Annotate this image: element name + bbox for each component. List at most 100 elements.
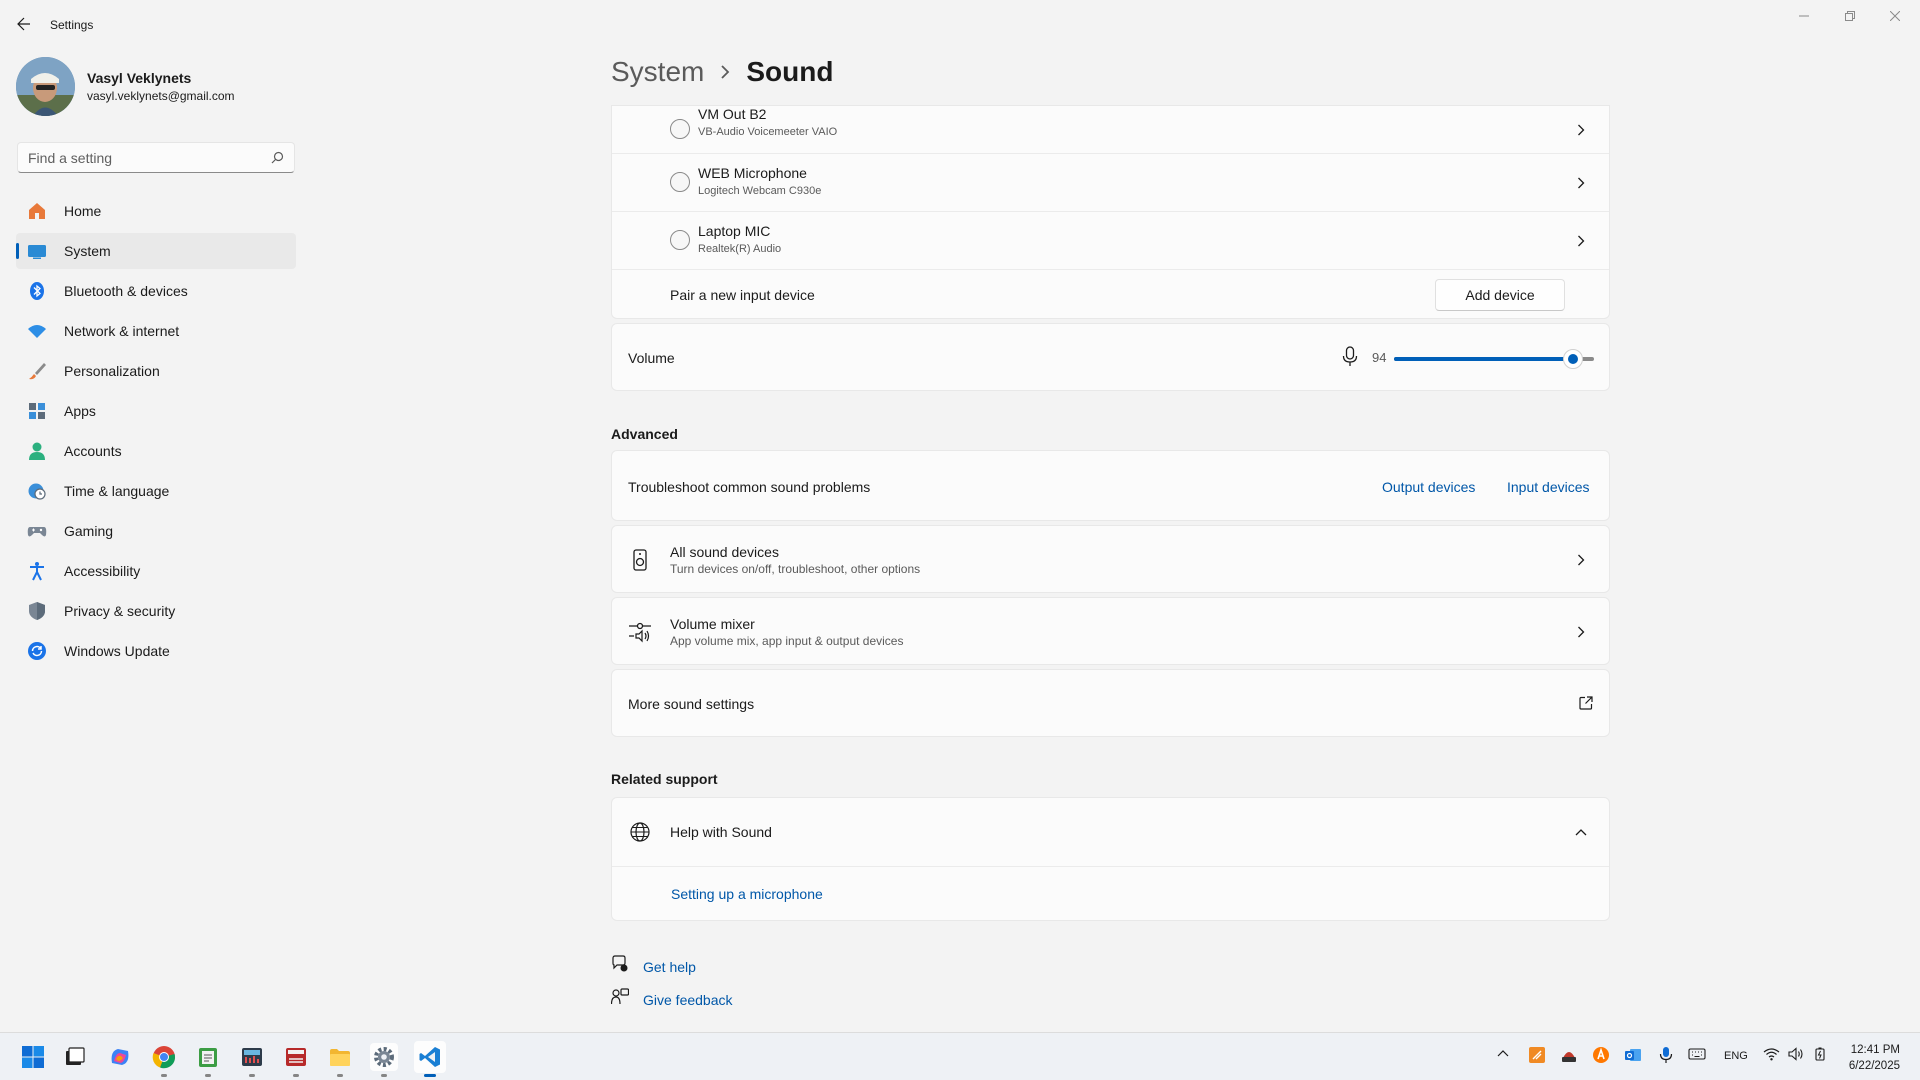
wifi-icon — [1763, 1048, 1780, 1061]
close-button[interactable] — [1872, 6, 1918, 26]
sidebar-item-network[interactable]: Network & internet — [16, 313, 296, 349]
all-sound-devices-row[interactable]: All sound devices Turn devices on/off, t… — [611, 525, 1610, 593]
output-devices-link[interactable]: Output devices — [1382, 479, 1475, 495]
taskbar-app-3[interactable] — [282, 1043, 310, 1077]
search-input[interactable] — [28, 149, 271, 166]
show-hidden-icons-button[interactable] — [1497, 1047, 1509, 1065]
clock-date: 6/22/2025 — [1848, 1060, 1900, 1072]
sidebar-item-windows-update[interactable]: Windows Update — [16, 633, 296, 669]
input-devices-link[interactable]: Input devices — [1507, 479, 1590, 495]
microphone-icon[interactable] — [1342, 346, 1358, 373]
sidebar-item-label: Personalization — [64, 363, 160, 379]
profile-email: vasyl.veklynets@gmail.com — [87, 89, 235, 103]
chevron-right-icon — [1575, 626, 1587, 638]
open-external-icon — [1579, 696, 1593, 715]
help-links: Setting up a microphone — [612, 866, 1609, 921]
sidebar-item-apps[interactable]: Apps — [16, 393, 296, 429]
volume-mixer-row[interactable]: Volume mixer App volume mix, app input &… — [611, 597, 1610, 665]
avast-icon — [1593, 1047, 1609, 1063]
sidebar-item-bluetooth[interactable]: Bluetooth & devices — [16, 273, 296, 309]
sidebar-item-label: Privacy & security — [64, 603, 176, 619]
device-driver: VB-Audio Voicemeeter VAIO — [698, 126, 838, 138]
system-icon — [26, 240, 48, 262]
router-icon — [1562, 1052, 1576, 1062]
chevron-up-icon — [1497, 1050, 1509, 1057]
help-with-sound-header[interactable]: Help with Sound — [612, 798, 1609, 866]
running-indicator — [293, 1074, 299, 1077]
restore-button[interactable] — [1827, 6, 1873, 26]
start-button[interactable] — [19, 1043, 47, 1071]
task-view-icon — [66, 1047, 85, 1065]
search-box[interactable] — [17, 142, 295, 173]
sidebar-nav: Home System Bluetooth & devices Network … — [16, 193, 296, 673]
tray-app-2[interactable] — [1560, 1046, 1578, 1069]
sidebar-item-system[interactable]: System — [16, 233, 296, 269]
sidebar-item-label: Apps — [64, 403, 96, 419]
input-language[interactable]: ENG — [1724, 1050, 1748, 1062]
feedback-icon — [610, 988, 630, 1011]
taskbar-vscode[interactable] — [414, 1041, 446, 1077]
list-item[interactable]: WEB Microphone Logitech Webcam C930e — [612, 153, 1609, 211]
update-icon — [26, 640, 48, 662]
battery-icon — [1815, 1047, 1825, 1061]
list-item[interactable]: Laptop MIC Realtek(R) Audio — [612, 211, 1609, 269]
tray-app-3[interactable] — [1592, 1046, 1610, 1069]
user-profile[interactable]: Vasyl Veklynets vasyl.veklynets@gmail.co… — [16, 57, 235, 116]
sidebar-item-accessibility[interactable]: Accessibility — [16, 553, 296, 589]
title-bar: Settings — [0, 0, 1920, 48]
sidebar-item-gaming[interactable]: Gaming — [16, 513, 296, 549]
tray-app-4[interactable] — [1624, 1046, 1642, 1069]
sidebar-item-accounts[interactable]: Accounts — [16, 433, 296, 469]
volume-slider[interactable] — [1394, 349, 1594, 369]
device-radio[interactable] — [670, 230, 690, 250]
sidebar-item-personalization[interactable]: Personalization — [16, 353, 296, 389]
globe-icon — [628, 820, 652, 844]
wifi-icon — [26, 320, 48, 342]
taskbar-app-1[interactable] — [194, 1043, 222, 1077]
sidebar-item-home[interactable]: Home — [16, 193, 296, 229]
taskbar-copilot[interactable] — [106, 1043, 134, 1071]
volume-mixer-desc: App volume mix, app input & output devic… — [670, 634, 904, 648]
slider-thumb[interactable] — [1563, 349, 1583, 369]
accessibility-icon — [26, 560, 48, 582]
add-device-button[interactable]: Add device — [1435, 278, 1565, 311]
help-with-sound-panel: Help with Sound Setting up a microphone — [611, 797, 1610, 921]
taskbar-app-2[interactable] — [238, 1043, 266, 1077]
volume-mixer-label: Volume mixer — [670, 616, 755, 632]
setting-up-microphone-link[interactable]: Setting up a microphone — [671, 886, 823, 902]
device-name: Laptop MIC — [698, 223, 771, 239]
minimize-button[interactable] — [1781, 6, 1827, 26]
sidebar-item-privacy[interactable]: Privacy & security — [16, 593, 296, 629]
tray-microphone[interactable] — [1659, 1046, 1673, 1069]
advanced-heading: Advanced — [611, 426, 678, 442]
get-help[interactable]: Get help — [611, 955, 696, 978]
give-feedback-link[interactable]: Give feedback — [643, 992, 733, 1008]
microphone-icon — [1659, 1047, 1673, 1063]
vscode-icon — [419, 1047, 440, 1067]
system-clock[interactable]: 12:41 PM 6/22/2025 — [1849, 1042, 1900, 1074]
related-support-heading: Related support — [611, 771, 718, 787]
taskbar-file-explorer[interactable] — [326, 1043, 354, 1077]
give-feedback[interactable]: Give feedback — [610, 988, 733, 1011]
device-radio[interactable] — [670, 172, 690, 192]
device-radio[interactable] — [670, 119, 690, 139]
taskbar-chrome[interactable] — [150, 1043, 178, 1077]
help-chat-icon — [611, 955, 629, 978]
chrome-icon — [152, 1046, 175, 1069]
search-icon[interactable] — [271, 151, 284, 164]
back-button[interactable] — [14, 14, 34, 34]
get-help-link[interactable]: Get help — [643, 959, 696, 975]
sidebar-item-time-language[interactable]: Time & language — [16, 473, 296, 509]
mixer-icon — [628, 620, 652, 644]
breadcrumb: System Sound — [611, 56, 833, 88]
tray-keyboard[interactable] — [1688, 1047, 1706, 1066]
task-view-button[interactable] — [61, 1043, 89, 1071]
quick-settings[interactable] — [1763, 1047, 1830, 1061]
slider-fill — [1394, 357, 1573, 361]
breadcrumb-parent[interactable]: System — [611, 56, 704, 88]
speaker-icon — [628, 548, 652, 572]
tray-app-1[interactable] — [1529, 1047, 1545, 1068]
taskbar-settings[interactable] — [370, 1043, 398, 1077]
list-item[interactable]: VM Out B2 VB-Audio Voicemeeter VAIO — [612, 106, 1609, 153]
more-sound-settings-row[interactable]: More sound settings — [611, 669, 1610, 737]
